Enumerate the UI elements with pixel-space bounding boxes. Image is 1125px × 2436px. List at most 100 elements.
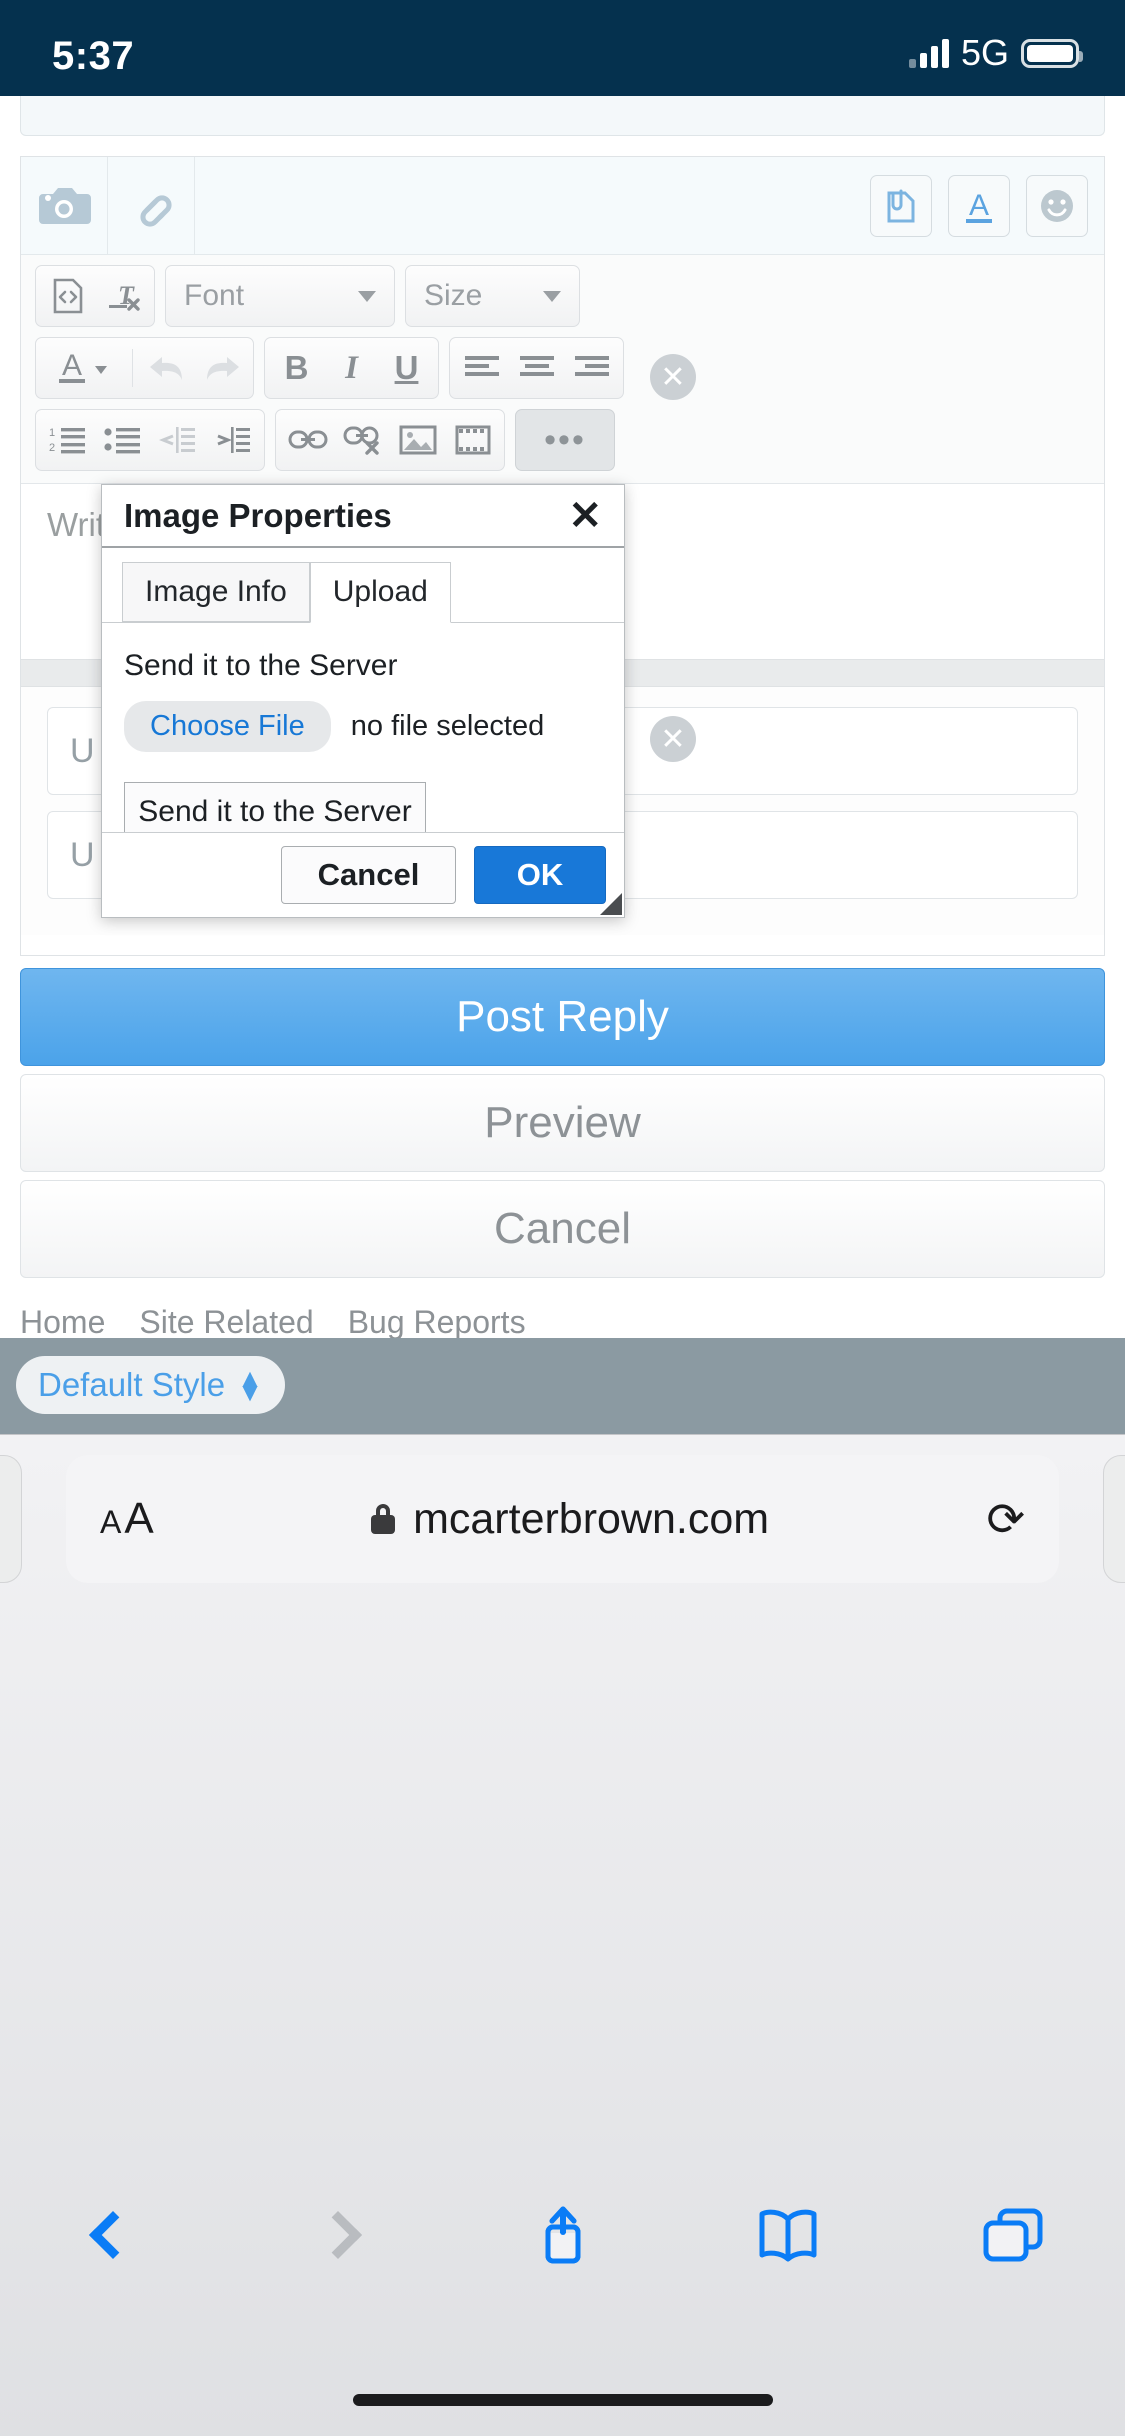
dialog-resize-handle[interactable] [600,893,622,915]
preview-button[interactable]: Preview [20,1074,1105,1172]
url-field-2-value: U [70,835,95,874]
insert-video-button[interactable] [445,412,500,468]
dialog-cancel-label: Cancel [317,857,420,892]
underline-label: U [394,349,419,386]
footer-link-home[interactable]: Home [20,1304,105,1341]
address-bar-center: mcarterbrown.com [154,1495,987,1544]
dialog-ok-label: OK [516,857,564,892]
dialog-cancel-button[interactable]: Cancel [281,846,456,904]
bullet-list-icon [103,428,140,454]
more-tools-label: ••• [544,420,586,459]
undo-button[interactable] [139,340,194,396]
align-center-icon [519,356,554,376]
more-tools-button[interactable]: ••• [515,409,615,471]
unlink-button[interactable] [335,412,390,468]
font-family-select[interactable]: Font [165,265,395,327]
tab-upload[interactable]: Upload [309,562,451,623]
outdent-button[interactable] [150,412,205,468]
tab-image-info[interactable]: Image Info [122,562,310,622]
file-status-text: no file selected [350,710,545,742]
tabs-icon [983,2208,1042,2262]
dialog-ok-button[interactable]: OK [474,846,606,904]
insert-image-button[interactable] [390,412,445,468]
status-bar-indicators: 5G [908,32,1083,74]
bookmarks-button[interactable] [675,2207,900,2263]
align-right-icon [574,356,609,376]
smiley-icon [1041,189,1073,222]
dialog-body: Send it to the Server Choose File no fil… [102,623,624,842]
choose-file-button[interactable]: Choose File [124,701,331,752]
chevron-down-icon [543,290,561,302]
font-size-select[interactable]: Size [405,265,580,327]
title-field[interactable] [20,96,1105,136]
tab-strip: A A mcarterbrown.com ⟳ [0,1435,1125,1603]
browser-chrome: A A mcarterbrown.com ⟳ [0,1434,1125,2436]
tab-upload-label: Upload [332,575,428,608]
close-field-icon[interactable]: ✕ [650,716,696,762]
tabs-button[interactable] [900,2207,1125,2263]
home-indicator [352,2394,773,2406]
quick-toolbar-right: A [195,157,1104,254]
file-picker-row: Choose File no file selected [124,701,602,752]
align-left-button[interactable] [454,340,509,396]
bold-button[interactable]: B [269,340,324,396]
font-family-value: Font [184,279,245,312]
bullet-list-button[interactable] [95,412,150,468]
numbered-list-button[interactable]: 1 2 [40,412,95,468]
source-button[interactable] [40,268,95,324]
remove-format-icon: T [108,281,140,311]
chevron-down-icon [358,290,376,302]
footer-link-bug-reports[interactable]: Bug Reports [348,1304,526,1341]
text-color-button[interactable]: A [40,340,126,396]
remove-format-button[interactable]: T [95,268,150,324]
camera-button[interactable] [21,157,108,254]
next-tab[interactable] [1103,1455,1125,1583]
smiley-button[interactable] [1026,174,1088,237]
back-button[interactable] [0,2210,225,2260]
image-icon [399,425,436,455]
underline-button[interactable]: U [379,340,434,396]
close-editor-icon[interactable]: ✕ [650,354,696,400]
footer-link-site-related[interactable]: Site Related [139,1304,313,1341]
dialog-title: Image Properties [124,496,392,534]
dialog-header: Image Properties ✕ [102,485,624,548]
quick-toolbar: A [21,157,1104,255]
font-color-button[interactable]: A [948,174,1010,237]
indent-button[interactable] [205,412,260,468]
text-size-button[interactable]: A A [100,1494,154,1544]
choose-file-label: Choose File [150,710,305,742]
attachment-tag-icon [887,189,915,222]
battery-icon [1021,38,1083,68]
post-reply-label: Post Reply [456,992,669,1041]
style-bar: Default Style ▲ ▼ [0,1338,1125,1434]
attachment-button[interactable] [870,174,932,237]
italic-button[interactable]: I [324,340,379,396]
upload-section-label: Send it to the Server [124,649,398,682]
align-right-button[interactable] [564,340,619,396]
link-button[interactable] [108,157,195,254]
font-color-icon: A [59,349,107,383]
ckeditor-row-2: A B I U [35,337,1090,399]
ckeditor-row-1: T Font Size [35,265,1090,327]
align-left-icon [464,356,499,376]
video-icon [455,425,490,455]
share-button[interactable] [450,2203,675,2267]
document-group: T [35,265,155,327]
close-icon[interactable]: ✕ [568,496,602,536]
align-center-button[interactable] [509,340,564,396]
unlink-icon [343,426,379,455]
svg-text:1: 1 [49,427,55,439]
link-icon [288,430,327,449]
alignment-group [449,337,624,399]
cancel-button[interactable]: Cancel [20,1180,1105,1278]
redo-button[interactable] [194,340,249,396]
previous-tab[interactable] [0,1455,22,1583]
camera-icon [39,187,91,224]
reload-button[interactable]: ⟳ [986,1492,1025,1546]
forward-button[interactable] [225,2210,450,2260]
list-group: 1 2 [35,409,265,471]
address-bar[interactable]: A A mcarterbrown.com ⟳ [66,1455,1059,1583]
style-selector[interactable]: Default Style ▲ ▼ [16,1356,285,1414]
insert-link-button[interactable] [280,412,335,468]
post-reply-button[interactable]: Post Reply [20,968,1105,1066]
